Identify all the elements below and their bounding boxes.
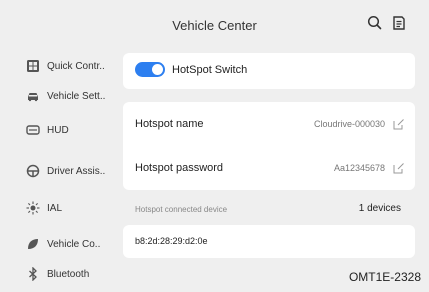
search-icon[interactable] [366, 14, 384, 32]
steering-wheel-icon [26, 164, 40, 178]
hotspot-switch-card: HotSpot Switch [123, 53, 415, 89]
sidebar-item-label: Driver Assis.. [47, 165, 106, 177]
manual-icon[interactable] [390, 14, 408, 32]
hotspot-name-label: Hotspot name [135, 118, 204, 130]
connected-devices-count: 1 devices [358, 203, 401, 214]
hud-icon [26, 123, 40, 137]
sidebar-item-hud[interactable]: HUD [0, 112, 120, 148]
sidebar-item-label: Vehicle Co.. [47, 238, 101, 250]
sidebar-item-driver-assistance[interactable]: Driver Assis.. [0, 153, 120, 189]
car-icon [26, 89, 40, 103]
connected-device-card: b8:2d:28:29:d2:0e [123, 225, 415, 258]
sidebar-item-label: HUD [47, 124, 69, 136]
toggle-knob [152, 64, 163, 75]
hotspot-password-value: Aa12345678 [333, 163, 385, 173]
hotspot-settings-card: Hotspot name Cloudrive-000030 Hotspot pa… [123, 102, 415, 190]
edit-icon[interactable] [393, 117, 405, 130]
sidebar-item-label: Vehicle Sett.. [47, 90, 106, 102]
page-title: Vehicle Center [172, 18, 257, 33]
sidebar-item-vehicle-settings[interactable]: Vehicle Sett.. [0, 78, 120, 114]
hotspot-password-label: Hotspot password [135, 162, 224, 174]
hotspot-switch-label: HotSpot Switch [172, 64, 248, 76]
hotspot-toggle[interactable] [135, 62, 165, 77]
app-header: Vehicle Center [0, 0, 429, 48]
figure-code: OMT1E-2328 [348, 270, 421, 284]
light-icon [26, 201, 40, 215]
hotspot-name-row[interactable]: Hotspot name Cloudrive-000030 [123, 104, 415, 144]
hotspot-password-row[interactable]: Hotspot password Aa12345678 [123, 148, 415, 188]
sidebar-item-label: Bluetooth [47, 268, 90, 280]
sidebar-item-label: IAL [47, 202, 63, 214]
sidebar-item-ial[interactable]: IAL [0, 190, 120, 226]
sidebar-item-label: Quick Contr.. [47, 60, 105, 72]
edit-icon[interactable] [393, 161, 405, 174]
connected-devices-label: Hotspot connected device [135, 205, 228, 214]
leaf-icon [26, 237, 40, 251]
sidebar-item-bluetooth[interactable]: Bluetooth [0, 256, 120, 292]
hotspot-name-value: Cloudrive-000030 [313, 119, 385, 129]
device-mac-address: b8:2d:28:29:d2:0e [135, 236, 208, 246]
grid-icon [26, 59, 40, 73]
bluetooth-icon [26, 267, 40, 281]
